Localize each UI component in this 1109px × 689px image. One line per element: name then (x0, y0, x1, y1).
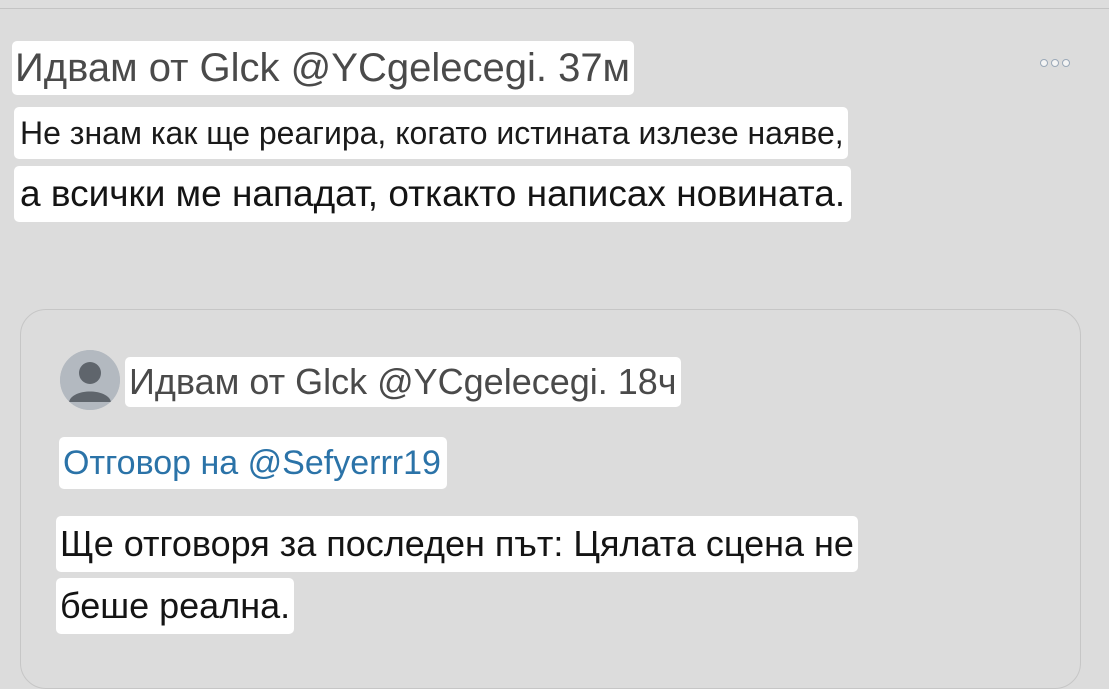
reply-to-link[interactable]: Отговор на @Sefyerrr19 (59, 437, 447, 489)
default-avatar-icon[interactable] (60, 350, 120, 410)
dot (1040, 59, 1048, 67)
quoted-text-line-2: беше реална. (56, 578, 295, 634)
dot (1051, 59, 1059, 67)
avatar-silhouette-icon (60, 350, 120, 410)
post-header: Идвам от Glck @YCgelecegi. 37м (12, 41, 635, 95)
quoted-post-header: Идвам от Glck @YCgelecegi. 18ч (125, 357, 681, 407)
quoted-text-line-1: Ще отговоря за последен път: Цялата сцен… (56, 516, 858, 572)
top-divider (0, 0, 1109, 9)
post-text-line-2: а всички ме нападат, откакто написах нов… (14, 166, 852, 222)
post-text-line-1: Не знам как ще реагира, когато истината … (14, 107, 848, 159)
more-options-icon[interactable] (1033, 53, 1077, 73)
dot (1062, 59, 1070, 67)
